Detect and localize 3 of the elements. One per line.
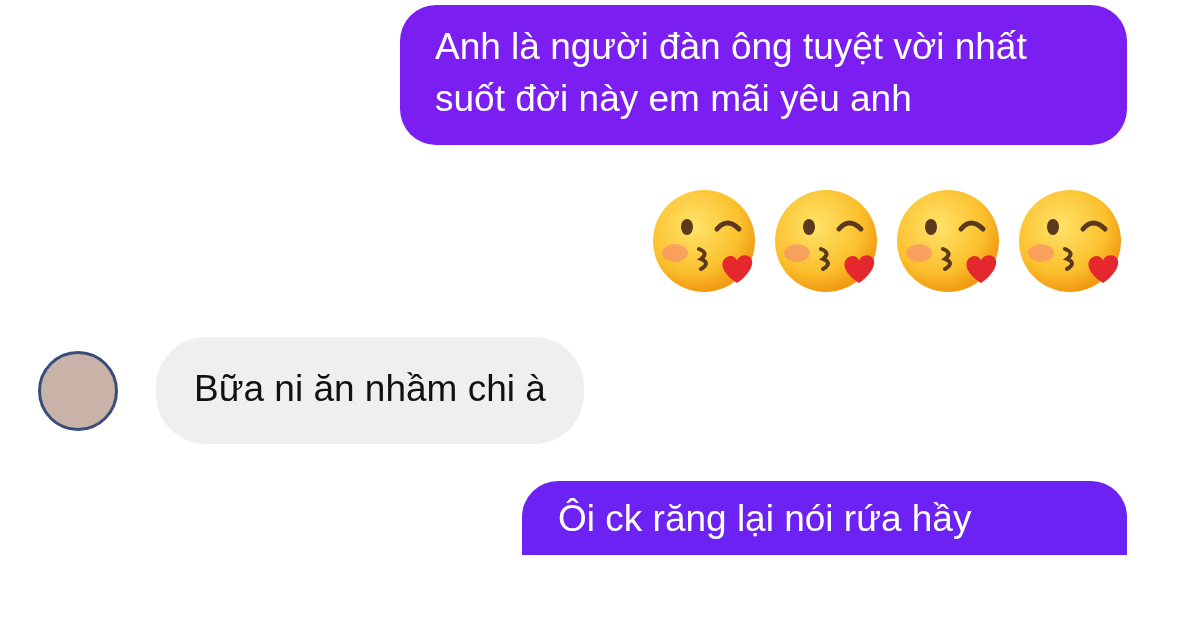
sent-message: Anh là người đàn ông tuyệt vời nhất suốt đời này em mãi yêu anh [400,5,1127,145]
received-message: Bữa ni ăn nhầm chi à [156,337,584,444]
sent-message: Ôi ck răng lại nói rứa hầy [522,481,1127,555]
